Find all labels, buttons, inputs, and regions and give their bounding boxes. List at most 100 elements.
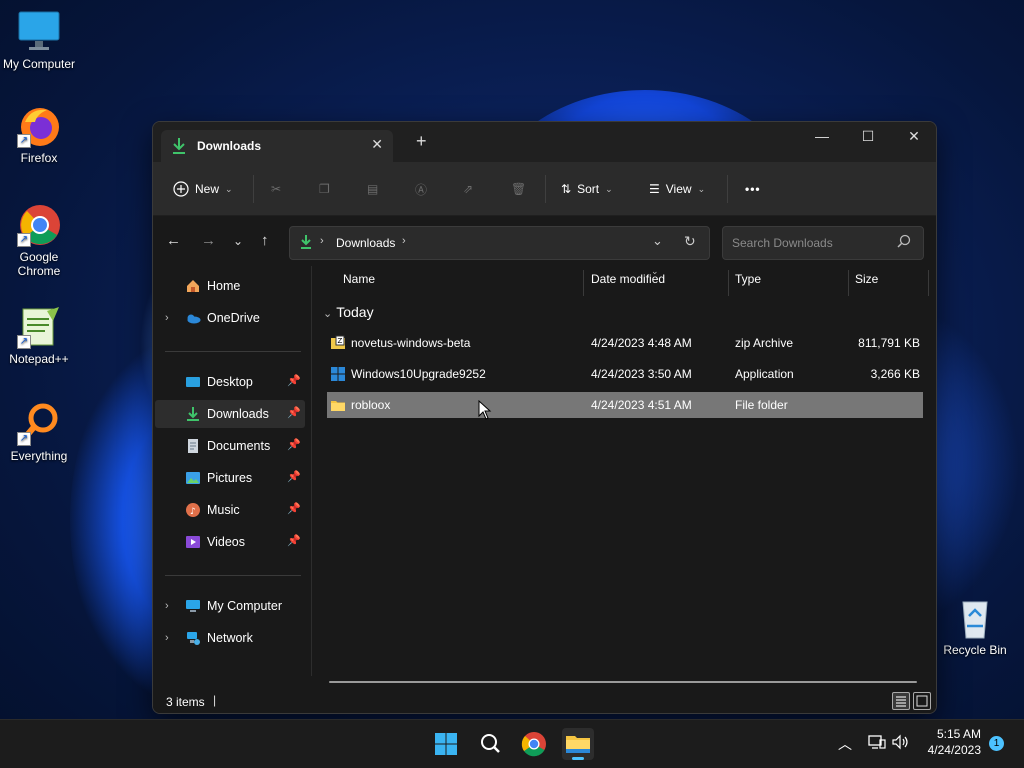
- column-divider[interactable]: [728, 270, 729, 296]
- document-icon: [185, 438, 201, 454]
- copy-button[interactable]: ❐: [319, 179, 330, 199]
- desktop-icon-my-computer[interactable]: My Computer: [0, 10, 78, 71]
- desktop-icon-recycle-bin[interactable]: Recycle Bin: [936, 596, 1014, 657]
- file-size: 811,791 KB: [858, 336, 920, 350]
- cut-button[interactable]: ✂: [271, 179, 281, 199]
- network-icon: [185, 630, 201, 646]
- column-divider[interactable]: [583, 270, 584, 296]
- file-row[interactable]: Z novetus-windows-beta 4/24/2023 4:48 AM…: [327, 330, 923, 356]
- sidebar-item-home[interactable]: Home: [155, 272, 305, 300]
- new-button[interactable]: New ⌄: [173, 179, 233, 199]
- file-type: File folder: [735, 398, 788, 412]
- paste-button[interactable]: ▤: [367, 179, 378, 199]
- desktop-icon-label: Everything: [10, 449, 68, 463]
- see-more-button[interactable]: •••: [745, 179, 761, 199]
- rename-icon: Ⓐ: [415, 182, 428, 197]
- active-indicator: [572, 757, 584, 760]
- sidebar-item-videos[interactable]: Videos 📌: [155, 528, 305, 556]
- minimize-button[interactable]: —: [799, 122, 845, 152]
- chrome-taskbar-button[interactable]: [518, 728, 550, 760]
- breadcrumb[interactable]: Downloads: [336, 236, 395, 250]
- address-dropdown-chevron-icon[interactable]: ⌄: [652, 233, 663, 249]
- share-icon: ⇗: [463, 182, 474, 196]
- chevron-right-icon[interactable]: ›: [165, 632, 169, 644]
- desktop-icon-label: Notepad++: [9, 352, 69, 366]
- chevron-right-icon[interactable]: ›: [165, 600, 169, 612]
- delete-button[interactable]: 🗑: [511, 179, 526, 199]
- firefox-icon: ↗: [17, 104, 61, 148]
- horizontal-scrollbar[interactable]: [329, 681, 917, 683]
- pin-icon[interactable]: 📌: [287, 470, 301, 483]
- maximize-button[interactable]: ☐: [845, 122, 891, 152]
- pin-icon[interactable]: 📌: [287, 406, 301, 419]
- chevron-right-icon[interactable]: ›: [165, 312, 169, 324]
- address-bar[interactable]: › Downloads › ⌄ ↻: [289, 226, 710, 260]
- desktop-icon-notepadpp[interactable]: ↗ Notepad++: [0, 305, 78, 366]
- search-button[interactable]: [474, 728, 506, 760]
- sidebar-item-pictures[interactable]: Pictures 📌: [155, 464, 305, 492]
- recent-locations-chevron-icon[interactable]: ⌄: [233, 233, 243, 249]
- sidebar-item-onedrive[interactable]: › OneDrive: [155, 304, 305, 332]
- system-clock[interactable]: 5:15 AM 4/24/2023: [928, 726, 981, 758]
- sidebar-item-music[interactable]: ♪ Music 📌: [155, 496, 305, 524]
- file-row[interactable]: Windows10Upgrade9252 4/24/2023 3:50 AM A…: [327, 361, 923, 387]
- desktop-folder-icon: [185, 374, 201, 390]
- desktop-icon-everything[interactable]: ↗ Everything: [0, 402, 78, 463]
- notification-badge[interactable]: 1: [989, 736, 1004, 751]
- new-tab-button[interactable]: +: [416, 132, 427, 150]
- column-header-size[interactable]: Size: [855, 272, 878, 296]
- close-button[interactable]: ✕: [891, 122, 936, 152]
- column-header-type[interactable]: Type: [735, 272, 761, 296]
- folder-icon: [566, 736, 590, 753]
- music-icon: ♪: [185, 502, 201, 518]
- desktop-icon-firefox[interactable]: ↗ Firefox: [0, 104, 78, 165]
- windows-application-icon: [330, 366, 346, 382]
- back-arrow-icon[interactable]: ←: [166, 233, 181, 249]
- plus-circle-icon: [173, 181, 189, 197]
- pin-icon[interactable]: 📌: [287, 534, 301, 547]
- column-divider[interactable]: [848, 270, 849, 296]
- sidebar-item-documents[interactable]: Documents 📌: [155, 432, 305, 460]
- file-date: 4/24/2023 3:50 AM: [591, 367, 692, 381]
- search-input[interactable]: Search Downloads: [722, 226, 924, 260]
- folder-icon: [330, 397, 346, 413]
- taskbar: ︿ 5:15 AM 4/24/2023 1: [0, 719, 1024, 768]
- notepad-plus-plus-icon: ↗: [17, 305, 61, 349]
- sidebar-item-desktop[interactable]: Desktop 📌: [155, 368, 305, 396]
- start-button[interactable]: [430, 728, 462, 760]
- group-header-today[interactable]: ⌄ Today: [323, 304, 374, 320]
- tiles-view-button[interactable]: [913, 692, 931, 710]
- sidebar-divider: [165, 575, 301, 576]
- sort-label: Sort: [577, 182, 600, 196]
- tab-close-icon[interactable]: ✕: [371, 136, 383, 153]
- desktop-icon-label: Recycle Bin: [943, 643, 1007, 657]
- sidebar-item-network[interactable]: › Network: [155, 624, 305, 652]
- chrome-icon: ↗: [17, 203, 61, 247]
- scissors-icon: ✂: [271, 182, 282, 196]
- details-view-button[interactable]: [892, 692, 910, 710]
- forward-arrow-icon[interactable]: →: [201, 233, 216, 249]
- up-arrow-icon[interactable]: ↑: [261, 233, 269, 249]
- sidebar-item-downloads[interactable]: Downloads 📌: [155, 400, 305, 428]
- rename-button[interactable]: Ⓐ: [415, 179, 427, 199]
- file-row-selected[interactable]: robloox 4/24/2023 4:51 AM File folder: [327, 392, 923, 418]
- pin-icon[interactable]: 📌: [287, 374, 301, 387]
- sort-button[interactable]: ⇅ Sort ⌄: [561, 179, 613, 199]
- breadcrumb-chevron-icon[interactable]: ›: [402, 235, 406, 247]
- sidebar-item-my-computer[interactable]: › My Computer: [155, 592, 305, 620]
- tab-downloads[interactable]: Downloads ✕: [161, 130, 393, 162]
- desktop-icon-chrome[interactable]: ↗ Google Chrome: [0, 203, 78, 278]
- volume-icon[interactable]: [892, 734, 910, 753]
- pin-icon[interactable]: 📌: [287, 502, 301, 515]
- refresh-icon[interactable]: ↻: [684, 233, 696, 250]
- view-button[interactable]: ☰ View ⌄: [649, 179, 705, 199]
- column-divider[interactable]: [928, 270, 929, 296]
- file-explorer-taskbar-button[interactable]: [562, 728, 594, 760]
- share-button[interactable]: ⇗: [463, 179, 473, 199]
- file-date: 4/24/2023 4:51 AM: [591, 398, 692, 412]
- show-hidden-icons-chevron-icon[interactable]: ︿: [838, 734, 852, 754]
- shortcut-arrow-icon: ↗: [17, 432, 31, 446]
- column-header-name[interactable]: Name: [343, 272, 375, 296]
- network-status-icon[interactable]: [868, 734, 886, 753]
- pin-icon[interactable]: 📌: [287, 438, 301, 451]
